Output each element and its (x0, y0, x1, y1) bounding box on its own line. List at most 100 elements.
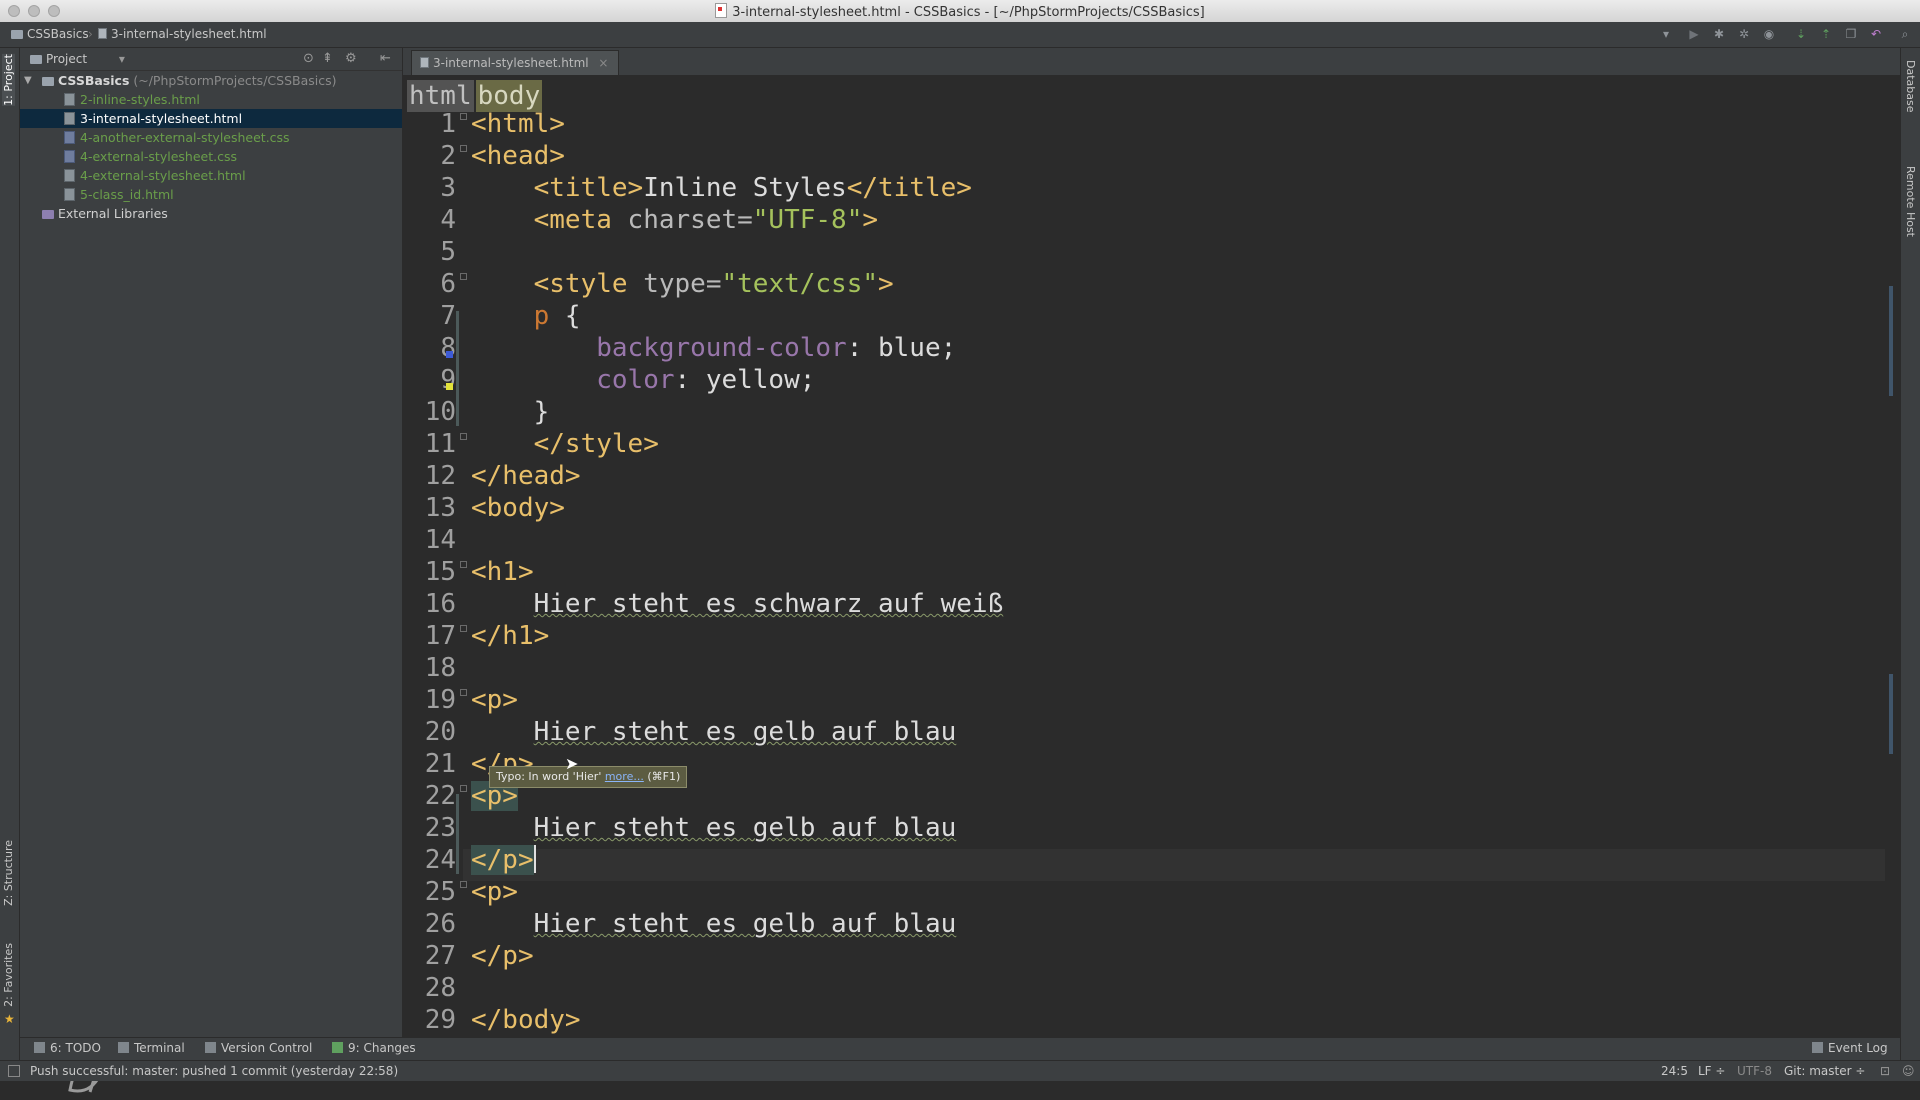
line-number: 17 (424, 621, 456, 651)
code-line[interactable]: <style type="text/css"> (471, 268, 894, 300)
line-number: 27 (424, 941, 456, 971)
debug-icon[interactable]: ✱ (1711, 27, 1727, 41)
code-line[interactable]: background-color: blue; (471, 332, 956, 364)
error-stripe[interactable] (1885, 76, 1900, 1037)
code-line[interactable]: </body> (471, 1004, 581, 1036)
expand-arrow-icon[interactable]: ▼ (24, 71, 32, 90)
hide-panel-icon[interactable]: ⇤ (380, 51, 391, 66)
tree-file-item[interactable]: 4-external-stylesheet.css (20, 147, 402, 166)
code-line[interactable]: } (471, 396, 550, 428)
nav-crumb-project[interactable]: CSSBasics (11, 27, 89, 41)
code-line[interactable]: <h1> (471, 556, 534, 588)
changes-button[interactable]: 9: Changes (332, 1041, 416, 1055)
terminal-button[interactable]: Terminal (118, 1041, 185, 1055)
close-tab-icon[interactable]: × (598, 56, 608, 70)
tab-database[interactable]: Database (1904, 60, 1917, 113)
scrollbar-thumb[interactable] (1889, 286, 1893, 396)
compare-icon[interactable]: ❐ (1843, 27, 1859, 41)
chevron-right-icon: › (88, 27, 93, 41)
code-line[interactable]: <head> (471, 140, 565, 172)
scrollbar-thumb[interactable] (1889, 674, 1893, 754)
tab-3-internal-stylesheet[interactable]: 3-internal-stylesheet.html × (411, 50, 620, 75)
line-number: 7 (440, 301, 456, 331)
fold-marker[interactable] (460, 113, 467, 120)
search-icon[interactable]: ⌕ (1897, 27, 1913, 41)
run-config-dropdown-icon[interactable]: ▾ (1658, 27, 1674, 41)
changes-icon (332, 1042, 343, 1053)
scroll-from-source-icon[interactable]: ⊙ (303, 51, 314, 66)
encoding-selector[interactable]: UTF-8 (1737, 1064, 1772, 1078)
tree-file-item[interactable]: 2-inline-styles.html (20, 90, 402, 109)
todo-button[interactable]: 6: TODO (34, 1041, 101, 1055)
tree-external-libraries[interactable]: External Libraries (20, 204, 402, 223)
code-line[interactable]: <body> (471, 492, 565, 524)
navigation-bar: CSSBasics › 3-internal-stylesheet.html ▾… (0, 22, 1920, 48)
coverage-icon[interactable]: ✲ (1736, 27, 1752, 41)
code-line[interactable]: </p> (471, 940, 534, 972)
fold-marker[interactable] (460, 145, 467, 152)
tab-project[interactable]: 1: Project (2, 54, 15, 106)
left-tool-stripe: 1: Project Z: Structure 2: Favorites ★ (0, 48, 20, 1060)
inspector-icon[interactable]: ☺ (1902, 1064, 1915, 1078)
tree-root-cssbasics[interactable]: ▼ CSSBasics (~/PhpStormProjects/CSSBasic… (20, 71, 402, 90)
toggle-tool-windows-icon[interactable] (8, 1065, 20, 1077)
tree-file-item[interactable]: 4-another-external-stylesheet.css (20, 128, 402, 147)
event-log-button[interactable]: Event Log (1812, 1041, 1888, 1055)
tooltip-more-link[interactable]: more... (605, 770, 644, 783)
version-control-button[interactable]: Version Control (205, 1041, 312, 1055)
code-line[interactable]: Hier steht es gelb auf blau (471, 812, 957, 844)
code-line[interactable]: Hier steht es gelb auf blau (471, 908, 957, 940)
code-line-current[interactable]: </p> (471, 844, 536, 876)
color-preview-blue[interactable] (446, 351, 453, 358)
tree-file-item[interactable]: 4-external-stylesheet.html (20, 166, 402, 185)
tab-remote-host[interactable]: Remote Host (1904, 166, 1917, 237)
vcs-update-icon[interactable]: ⇣ (1793, 27, 1809, 41)
code-line[interactable]: </style> (471, 428, 659, 460)
html-file-icon (64, 112, 75, 125)
code-editor[interactable]: html body 1 2 3 4 5 6 7 8 9 10 11 12 13 1… (403, 76, 1885, 1037)
caret-position[interactable]: 24:5 (1661, 1064, 1688, 1078)
collapse-all-icon[interactable]: ⇞ (322, 51, 333, 66)
tab-structure[interactable]: Z: Structure (2, 840, 15, 906)
vcs-commit-icon[interactable]: ⇡ (1818, 27, 1834, 41)
star-icon: ★ (4, 1012, 15, 1026)
line-number: 26 (424, 909, 456, 939)
tree-file-item-selected[interactable]: 3-internal-stylesheet.html (20, 109, 402, 128)
tree-file-item[interactable]: 5-class_id.html (20, 185, 402, 204)
project-panel-header: Project ▾ ⊙ ⇞ ⚙ ⇤ (20, 48, 402, 71)
code-line[interactable]: <title>Inline Styles</title> (471, 172, 972, 204)
status-message[interactable]: Push successful: master: pushed 1 commit… (30, 1064, 398, 1078)
tab-favorites[interactable]: 2: Favorites (2, 943, 15, 1007)
fold-marker[interactable] (460, 625, 467, 632)
fold-marker[interactable] (460, 273, 467, 280)
fold-marker[interactable] (460, 689, 467, 696)
color-preview-yellow[interactable] (446, 383, 453, 390)
stop-icon[interactable]: ◉ (1761, 27, 1777, 41)
code-line[interactable]: </h1> (471, 620, 549, 652)
line-number: 28 (424, 973, 456, 1003)
fold-marker[interactable] (460, 433, 467, 440)
lock-icon[interactable]: ⊡ (1880, 1064, 1890, 1078)
run-icon[interactable]: ▶ (1686, 27, 1702, 41)
line-separator-selector[interactable]: LF ÷ (1698, 1064, 1725, 1078)
code-line[interactable]: Hier steht es schwarz auf weiß (471, 588, 1004, 620)
code-line[interactable]: <p> (471, 684, 518, 716)
revert-icon[interactable]: ↶ (1868, 27, 1884, 41)
fold-marker[interactable] (460, 561, 467, 568)
code-line[interactable]: p { (471, 300, 581, 332)
line-number: 8 (440, 333, 456, 363)
gear-icon[interactable]: ⚙ (345, 51, 357, 66)
fold-marker[interactable] (460, 881, 467, 888)
code-line[interactable]: <p> (471, 876, 518, 908)
code-line[interactable]: <meta charset="UTF-8"> (471, 204, 878, 236)
nav-crumb-file[interactable]: 3-internal-stylesheet.html (98, 27, 267, 41)
code-line[interactable]: </head> (471, 460, 581, 492)
code-line[interactable]: Hier steht es gelb auf blau (471, 716, 957, 748)
project-view-selector[interactable]: Project ▾ (30, 52, 125, 66)
html-file-icon (64, 188, 75, 201)
html-file-icon (64, 169, 75, 182)
git-branch-selector[interactable]: Git: master ÷ (1784, 1064, 1865, 1078)
fold-marker[interactable] (460, 785, 467, 792)
code-line[interactable]: <html> (471, 108, 565, 140)
code-line[interactable]: color: yellow; (471, 364, 815, 396)
